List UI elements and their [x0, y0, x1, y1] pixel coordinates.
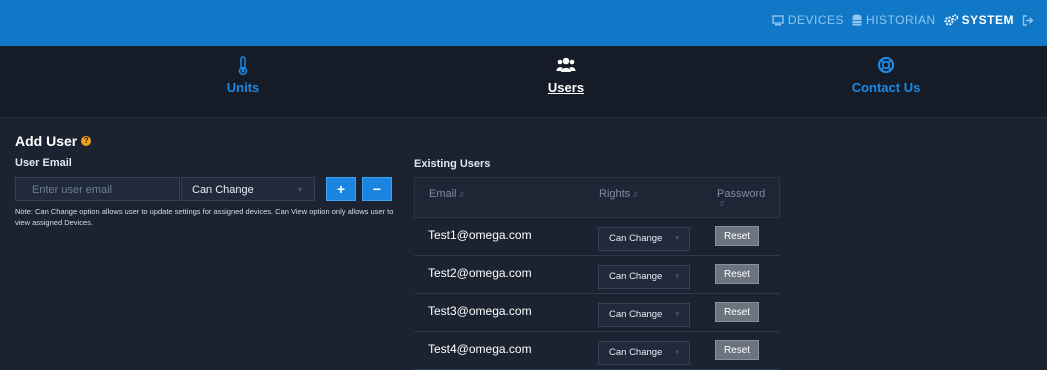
sort-icon: ⇵	[719, 201, 725, 208]
devices-icon	[772, 14, 784, 26]
column-email[interactable]: Email ⇵	[429, 188, 464, 200]
row-rights-select[interactable]: Can Change ▾	[598, 227, 690, 251]
reset-password-button[interactable]: Reset	[715, 264, 759, 284]
user-email-label: User Email	[15, 157, 72, 169]
column-rights-label: Rights	[599, 188, 631, 200]
row-email: Test1@omega.com	[428, 228, 532, 242]
column-password-label: Password	[717, 188, 766, 200]
table-row: Test2@omega.com Can Change ▾ Reset	[414, 256, 780, 294]
row-email: Test2@omega.com	[428, 266, 532, 280]
reset-password-button[interactable]: Reset	[715, 226, 759, 246]
remove-user-button[interactable]: −	[362, 177, 392, 201]
help-icon[interactable]: ?	[81, 136, 92, 146]
database-icon	[852, 14, 862, 26]
tab-units[interactable]: Units	[143, 56, 343, 95]
row-email: Test4@omega.com	[428, 342, 532, 356]
nav-devices[interactable]: DEVICES	[772, 13, 844, 27]
tab-users[interactable]: Users	[466, 56, 666, 95]
existing-users-label: Existing Users	[414, 158, 491, 170]
row-rights-value: Can Change	[609, 233, 663, 244]
row-rights-select[interactable]: Can Change ▾	[598, 265, 690, 289]
column-password[interactable]: Password ⇵	[717, 188, 765, 208]
lifebuoy-icon	[786, 56, 986, 78]
row-rights-select[interactable]: Can Change ▾	[598, 303, 690, 327]
select-caret-icon: ▾	[675, 235, 679, 242]
tab-contact-label: Contact Us	[851, 80, 921, 95]
table-row: Test4@omega.com Can Change ▾ Reset	[414, 332, 780, 370]
nav-historian-label: HISTORIAN	[866, 13, 936, 27]
add-user-title: Add User	[15, 133, 78, 149]
thermometer-icon	[143, 56, 343, 78]
row-email: Test3@omega.com	[428, 304, 532, 318]
users-icon	[466, 56, 666, 78]
tab-contact[interactable]: Contact Us	[786, 56, 986, 95]
add-user-button[interactable]: +	[326, 177, 356, 201]
add-user-heading: Add User ?	[15, 133, 92, 149]
tab-units-label: Units	[226, 80, 260, 95]
rights-select-value: Can Change	[192, 184, 254, 196]
select-caret-icon: ▾	[675, 311, 679, 318]
column-rights[interactable]: Rights ⇵	[599, 188, 638, 200]
user-email-input[interactable]: Enter user email	[15, 177, 180, 201]
logout-icon	[1022, 14, 1035, 26]
main-panel: Add User ? User Email Enter user email C…	[0, 118, 1047, 370]
select-caret-icon: ▾	[675, 349, 679, 356]
rights-note: Note: Can Change option allows user to u…	[15, 207, 394, 227]
nav-system-label: SYSTEM	[961, 13, 1014, 27]
table-header: Email ⇵ Rights ⇵ Password ⇵	[414, 177, 780, 218]
existing-users-table: Email ⇵ Rights ⇵ Password ⇵ Test1@omega.com…	[414, 177, 780, 370]
top-bar: DEVICES HISTORIAN SYSTEM	[0, 0, 1047, 46]
nav-devices-label: DEVICES	[787, 13, 845, 27]
nav-historian[interactable]: HISTORIAN	[852, 13, 936, 27]
logout-button[interactable]	[1022, 14, 1035, 26]
sort-icon: ⇵	[632, 192, 639, 199]
table-row: Test3@omega.com Can Change ▾ Reset	[414, 294, 780, 332]
row-rights-select[interactable]: Can Change ▾	[598, 341, 690, 365]
gears-icon	[944, 14, 958, 26]
row-rights-value: Can Change	[609, 309, 663, 320]
rights-select[interactable]: Can Change ▾	[181, 177, 315, 201]
tab-users-label: Users	[547, 80, 585, 95]
column-email-label: Email	[429, 188, 457, 200]
reset-password-button[interactable]: Reset	[715, 340, 759, 360]
row-rights-value: Can Change	[609, 271, 663, 282]
reset-password-button[interactable]: Reset	[715, 302, 759, 322]
nav-system[interactable]: SYSTEM	[944, 13, 1014, 27]
sort-icon: ⇵	[458, 192, 465, 199]
table-row: Test1@omega.com Can Change ▾ Reset	[414, 218, 780, 256]
section-tabs: Units Users Contact Us	[0, 46, 1047, 118]
select-caret-icon: ▾	[675, 273, 679, 280]
row-rights-value: Can Change	[609, 347, 663, 358]
top-nav: DEVICES HISTORIAN SYSTEM	[772, 13, 1035, 27]
sort-caret-icon: ▾	[297, 185, 302, 194]
